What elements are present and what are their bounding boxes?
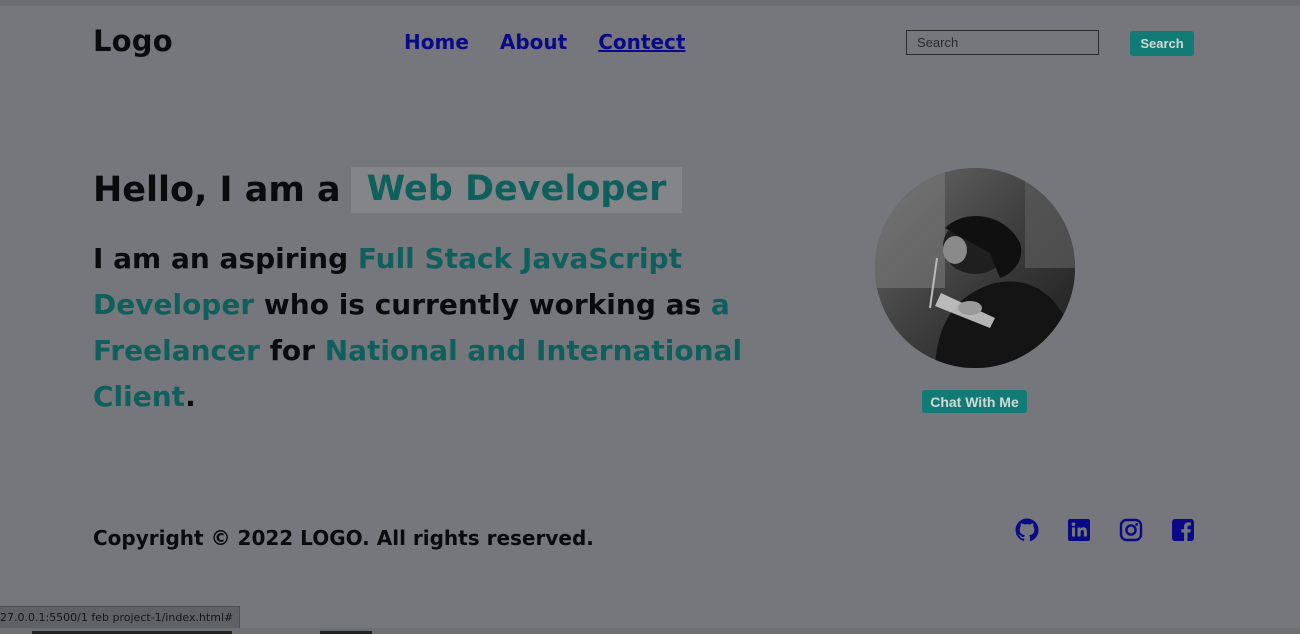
intro-text-1: I am an aspiring [93,242,358,275]
instagram-link[interactable] [1119,518,1143,542]
browser-status-url: 27.0.0.1:5500/1 feb project-1/index.html… [0,606,241,628]
github-icon [1015,518,1039,542]
search-input[interactable] [906,30,1099,55]
profile-photo-image [875,168,1075,368]
social-links [1015,518,1195,542]
search-button[interactable]: Search [1130,31,1194,56]
main-nav: Home About Contect [404,30,685,54]
intro-text-4: . [185,380,196,413]
linkedin-icon [1068,519,1090,541]
facebook-icon [1172,519,1194,541]
intro-text-3: for [259,334,325,367]
facebook-link[interactable] [1171,518,1195,542]
site-logo[interactable]: Logo [93,24,173,58]
hero-intro: I am an aspiring Full Stack JavaScript D… [93,236,773,420]
hero-headline: Hello, I am a Web Developer [93,167,683,213]
profile-photo [875,168,1075,368]
copyright-text: Copyright © 2022 LOGO. All rights reserv… [93,526,594,550]
nav-link-about[interactable]: About [500,30,567,54]
linkedin-link[interactable] [1067,518,1091,542]
hero-greeting: Hello, I am a [93,170,341,210]
browser-bottom-edge [0,628,1300,634]
top-border [0,0,1300,6]
github-link[interactable] [1015,518,1039,542]
chat-with-me-button[interactable]: Chat With Me [922,390,1027,413]
hero-role-highlight: Web Developer [350,167,683,213]
instagram-icon [1119,518,1143,542]
intro-text-2: who is currently working as [254,288,711,321]
nav-link-home[interactable]: Home [404,30,469,54]
nav-link-contact[interactable]: Contect [598,30,685,54]
